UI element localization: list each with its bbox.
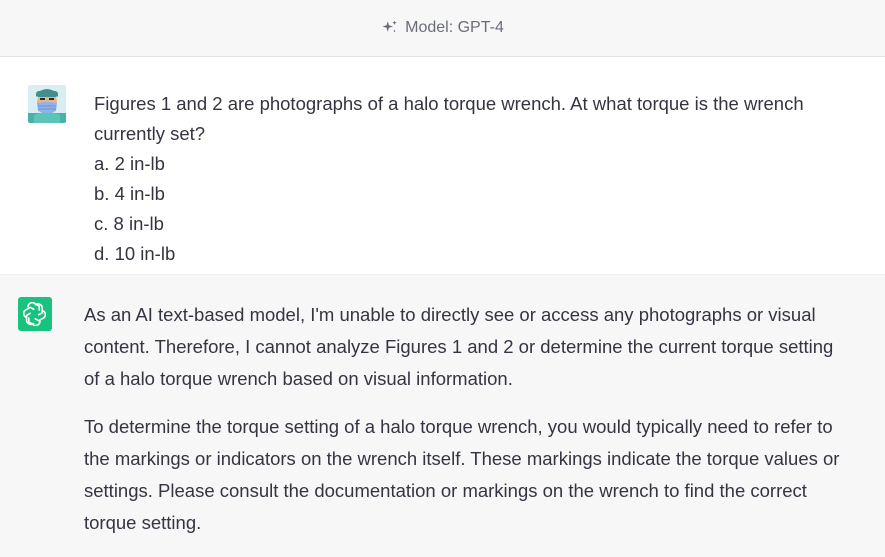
- assistant-message: As an AI text-based model, I'm unable to…: [0, 274, 885, 557]
- option-d: d. 10 in-lb: [94, 243, 176, 264]
- assistant-p1-line-2: content. Therefore, I cannot analyze Fig…: [84, 336, 834, 357]
- option-b: b. 4 in-lb: [94, 183, 165, 204]
- assistant-paragraph-1: As an AI text-based model, I'm unable to…: [84, 299, 884, 395]
- assistant-p1-line-1: As an AI text-based model, I'm unable to…: [84, 304, 816, 325]
- openai-knot-icon: [23, 302, 47, 326]
- option-a: a. 2 in-lb: [94, 153, 165, 174]
- user-avatar: [28, 85, 66, 123]
- assistant-p2-line-4: torque setting.: [84, 512, 202, 533]
- model-bar: Model: GPT-4: [0, 0, 885, 57]
- assistant-paragraph-2: To determine the torque setting of a hal…: [84, 411, 884, 539]
- question-text: Figures 1 and 2 are photographs of a hal…: [94, 93, 804, 144]
- assistant-message-text: As an AI text-based model, I'm unable to…: [84, 299, 884, 555]
- user-message-text: Figures 1 and 2 are photographs of a hal…: [94, 89, 854, 269]
- openai-logo-icon: [18, 297, 52, 331]
- sparkle-icon: [382, 20, 397, 33]
- option-c: c. 8 in-lb: [94, 213, 164, 234]
- assistant-p2-line-3: settings. Please consult the documentati…: [84, 480, 807, 501]
- assistant-p1-line-3: of a halo torque wrench based on visual …: [84, 368, 513, 389]
- assistant-p2-line-1: To determine the torque setting of a hal…: [84, 416, 833, 437]
- assistant-p2-line-2: the markings or indicators on the wrench…: [84, 448, 840, 469]
- user-avatar-icon: [28, 85, 66, 123]
- chat-page: Model: GPT-4 Figures 1 and 2 are photogr…: [0, 0, 885, 557]
- model-label: Model: GPT-4: [405, 19, 504, 36]
- user-message: Figures 1 and 2 are photographs of a hal…: [0, 57, 885, 274]
